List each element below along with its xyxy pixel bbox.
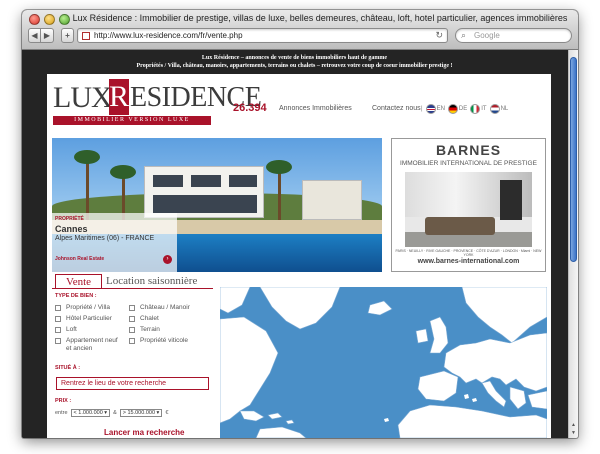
checkbox[interactable] <box>129 305 135 311</box>
checkbox[interactable] <box>129 316 135 322</box>
checkbox-propriete-villa[interactable]: Propriété / Villa <box>55 304 125 312</box>
back-arrow-icon: ◀ <box>31 31 38 40</box>
next-property-button[interactable]: › <box>163 255 172 264</box>
ad-subtitle: IMMOBILIER INTERNATIONAL DE PRESTIGE <box>400 160 537 167</box>
price-range: entre < 1.000.000 ▾ & > 15.000.000 ▾ € <box>55 409 168 417</box>
property-region: Alpes Maritimes (06) - FRANCE <box>55 235 155 242</box>
zoom-window-button[interactable] <box>59 14 70 25</box>
banner-line-1: Lux Résidence – annonces de vente de bie… <box>201 55 388 61</box>
ad-title: BARNES <box>435 142 502 158</box>
search-placeholder: Google <box>474 31 500 40</box>
lang-de[interactable]: DE <box>447 104 467 114</box>
page-viewport: Lux Résidence – annonces de vente de bie… <box>22 50 578 438</box>
lang-en[interactable]: EN <box>425 104 445 114</box>
checkbox-chateau-manoir[interactable]: Château / Manoir <box>129 304 217 312</box>
logo-lux-text: LUX <box>53 81 113 114</box>
checkbox[interactable] <box>55 305 61 311</box>
property-agency: Johnson Real Estate <box>55 256 105 262</box>
checkbox-loft[interactable]: Loft <box>55 326 125 334</box>
checkbox[interactable] <box>55 316 61 322</box>
window-title: Lux Résidence : Immobilier de prestige, … <box>72 13 568 23</box>
de-flag-icon <box>447 104 458 114</box>
scrollbar-thumb[interactable] <box>570 57 577 262</box>
search-form: TYPE DE BIEN : Propriété / Villa Hôtel P… <box>52 290 217 438</box>
logo-tagline: IMMOBILIER VERSION LUXE <box>53 116 211 125</box>
checkbox-terrain[interactable]: Terrain <box>129 326 217 334</box>
currency-symbol: € <box>165 410 169 416</box>
ad-cities: PARIS · NEUILLY · RIVE GAUCHE · PROVENCE… <box>395 249 542 257</box>
uk-flag-icon <box>425 104 436 114</box>
europe-map-graphic <box>220 287 547 438</box>
tab-vente[interactable]: Vente <box>55 274 102 288</box>
reload-icon[interactable]: ↻ <box>435 30 443 41</box>
banner-line-2: Propriétés / Villa, château, manoirs, ap… <box>136 63 453 69</box>
forward-arrow-icon: ▶ <box>43 31 51 40</box>
nl-flag-icon <box>489 104 500 114</box>
pool-house <box>302 180 362 220</box>
search-tabs: Vente Location saisonnière <box>52 274 217 288</box>
property-type: PROPRIÉTÉ <box>55 216 84 222</box>
tab-underline <box>52 288 213 289</box>
top-banner: Lux Résidence – annonces de vente de bie… <box>22 50 567 72</box>
price-label: PRIX : <box>55 398 72 404</box>
ad-url: www.barnes-international.com <box>417 258 520 265</box>
add-bookmark-button[interactable]: + <box>61 28 74 43</box>
search-icon: ⌕ <box>461 30 467 40</box>
price-and-label: & <box>113 410 117 416</box>
checkbox-propriete-viticole[interactable]: Propriété viticole <box>129 337 217 345</box>
featured-property[interactable]: PROPRIÉTÉ Cannes Alpes Maritimes (06) - … <box>52 138 382 272</box>
search-submit-button[interactable]: Lancer ma recherche <box>104 428 185 437</box>
barnes-ad[interactable]: BARNES IMMOBILIER INTERNATIONAL DE PREST… <box>391 138 546 272</box>
favicon-icon <box>82 32 90 40</box>
title-bar: Lux Résidence : Immobilier de prestige, … <box>22 10 578 50</box>
browser-window: Lux Résidence : Immobilier de prestige, … <box>22 10 578 438</box>
price-min-select[interactable]: < 1.000.000 ▾ <box>70 409 111 417</box>
ad-interior-image <box>405 172 532 247</box>
scroll-down-arrow-icon[interactable]: ▼ <box>569 430 578 436</box>
checkbox[interactable] <box>129 338 135 344</box>
site-logo[interactable]: LUX R ESIDENCE IMMOBILIER VERSION LUXE <box>53 79 262 125</box>
page-content: LUX R ESIDENCE IMMOBILIER VERSION LUXE 2… <box>47 74 551 438</box>
checkbox-chalet[interactable]: Chalet <box>129 315 217 323</box>
tab-location-saisonniere[interactable]: Location saisonnière <box>106 274 197 288</box>
palm-tree-icon <box>266 160 292 220</box>
back-button[interactable]: ◀ <box>28 28 41 43</box>
checkbox-hotel-particulier[interactable]: Hôtel Particulier <box>55 315 125 323</box>
contact-link[interactable]: Contactez nous <box>372 105 421 112</box>
chevron-right-icon: › <box>166 256 169 262</box>
type-label: TYPE DE BIEN : <box>55 293 97 299</box>
close-window-button[interactable] <box>29 14 40 25</box>
listing-count: 26.394 <box>233 102 267 114</box>
url-text: http://www.lux-residence.com/fr/vente.ph… <box>94 31 243 40</box>
lang-nl[interactable]: NL <box>489 104 508 114</box>
search-field[interactable]: ⌕ Google <box>455 28 572 43</box>
minimize-window-button[interactable] <box>44 14 55 25</box>
dropdown-arrow-icon: ▾ <box>104 410 108 416</box>
listing-count-label: Annonces Immobilières <box>279 105 352 112</box>
language-separator: | <box>421 106 423 112</box>
property-card[interactable]: PROPRIÉTÉ Cannes Alpes Maritimes (06) - … <box>52 213 177 272</box>
search-map[interactable] <box>220 287 547 438</box>
property-city: Cannes <box>55 224 88 234</box>
villa-building <box>144 166 264 218</box>
address-bar[interactable]: http://www.lux-residence.com/fr/vente.ph… <box>77 28 448 43</box>
plus-icon: + <box>65 31 70 40</box>
checkbox-appartement[interactable]: Appartement neuf et ancien <box>55 337 121 353</box>
lang-it[interactable]: IT <box>470 104 487 114</box>
palm-tree-icon <box>74 150 100 220</box>
it-flag-icon <box>470 104 481 114</box>
checkbox[interactable] <box>55 327 61 333</box>
scroll-up-arrow-icon[interactable]: ▲ <box>569 422 578 428</box>
dropdown-arrow-icon: ▾ <box>156 410 160 416</box>
logo-r-mark: R <box>109 79 130 115</box>
language-switcher: | EN DE IT NL <box>421 103 508 115</box>
location-input[interactable]: Rentrez le lieu de votre recherche <box>56 377 209 390</box>
price-between-label: entre <box>55 410 68 416</box>
price-max-select[interactable]: > 15.000.000 ▾ <box>119 409 163 417</box>
checkbox[interactable] <box>55 338 61 344</box>
location-label: SITUÉ À : <box>55 365 81 371</box>
checkbox[interactable] <box>129 327 135 333</box>
vertical-scrollbar[interactable]: ▲ ▼ <box>568 50 578 438</box>
forward-button[interactable]: ▶ <box>41 28 54 43</box>
